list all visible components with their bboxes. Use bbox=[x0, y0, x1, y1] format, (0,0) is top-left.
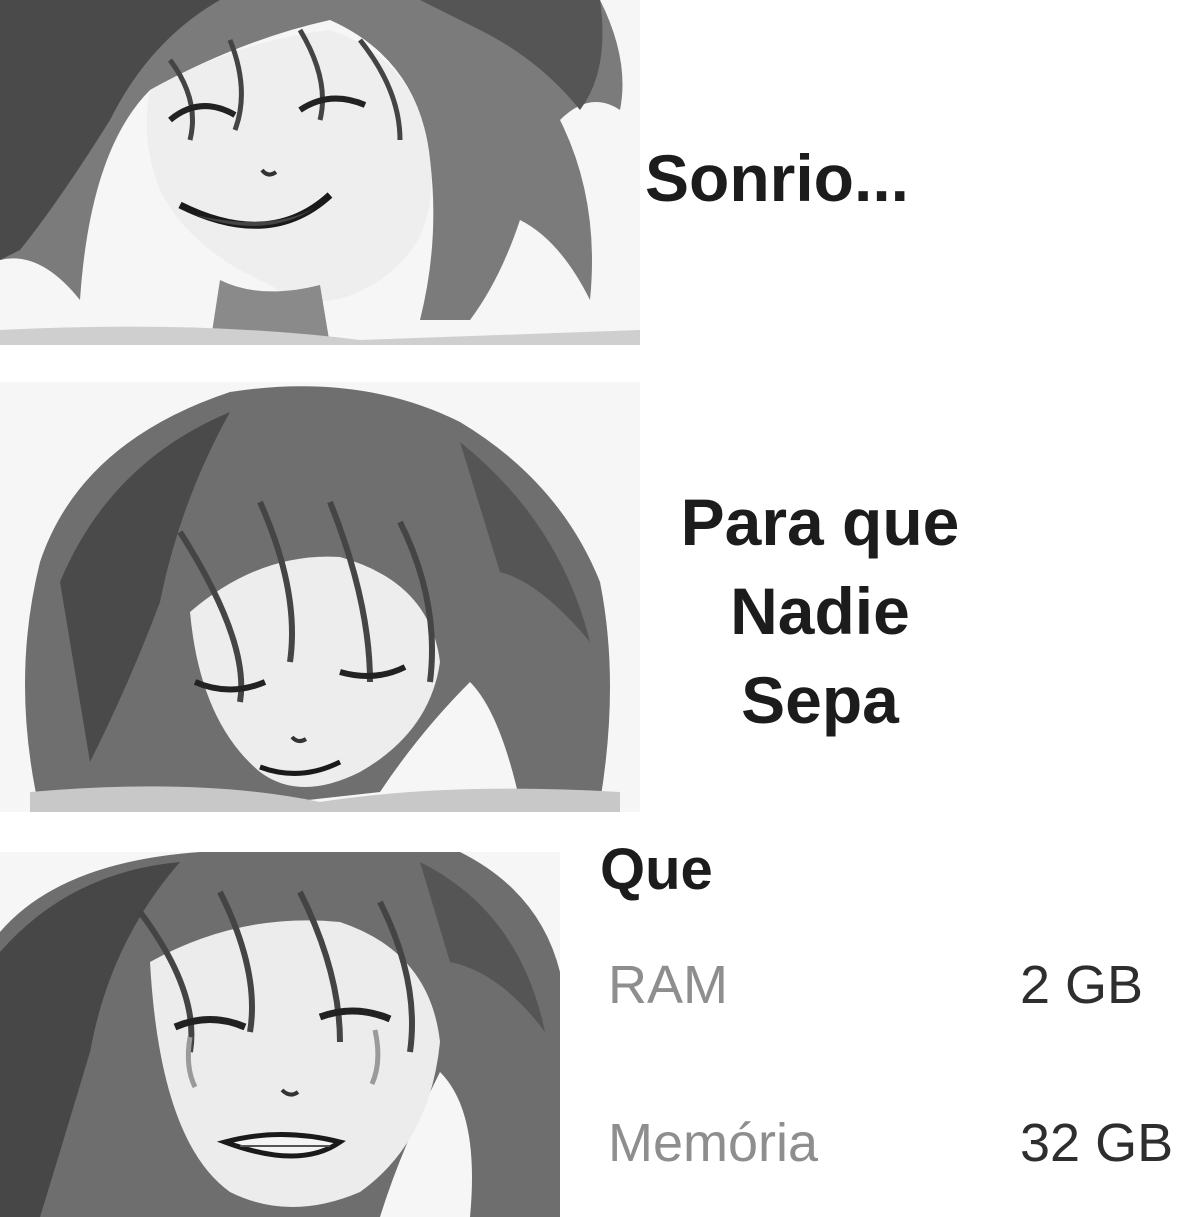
panel-crying bbox=[0, 852, 560, 1217]
panel-sad-smile bbox=[0, 382, 640, 812]
spec-value-memoria: 32 GB bbox=[1020, 1113, 1174, 1173]
caption-line-3: Sepa bbox=[741, 663, 899, 738]
caption-line-2: Nadie bbox=[730, 574, 910, 649]
spec-value-ram: 2 GB bbox=[1020, 955, 1144, 1015]
spec-row-memoria: Memória 32 GB bbox=[608, 1112, 1188, 1192]
sad-smile-girl-illustration bbox=[0, 382, 640, 812]
caption-que: Que bbox=[600, 837, 713, 902]
caption-sonrio: Sonrio... bbox=[645, 141, 909, 215]
smiling-girl-illustration bbox=[0, 0, 640, 345]
caption-line-1: Para que bbox=[680, 485, 960, 559]
caption-para-que-nadie-sepa: Para que Nadie Sepa bbox=[640, 478, 1000, 745]
spec-row-ram: RAM 2 GB bbox=[608, 954, 1188, 1034]
spec-label-ram: RAM bbox=[608, 955, 728, 1015]
spec-label-memoria: Memória bbox=[608, 1113, 819, 1173]
panel-smiling bbox=[0, 0, 640, 345]
crying-girl-illustration bbox=[0, 852, 560, 1217]
